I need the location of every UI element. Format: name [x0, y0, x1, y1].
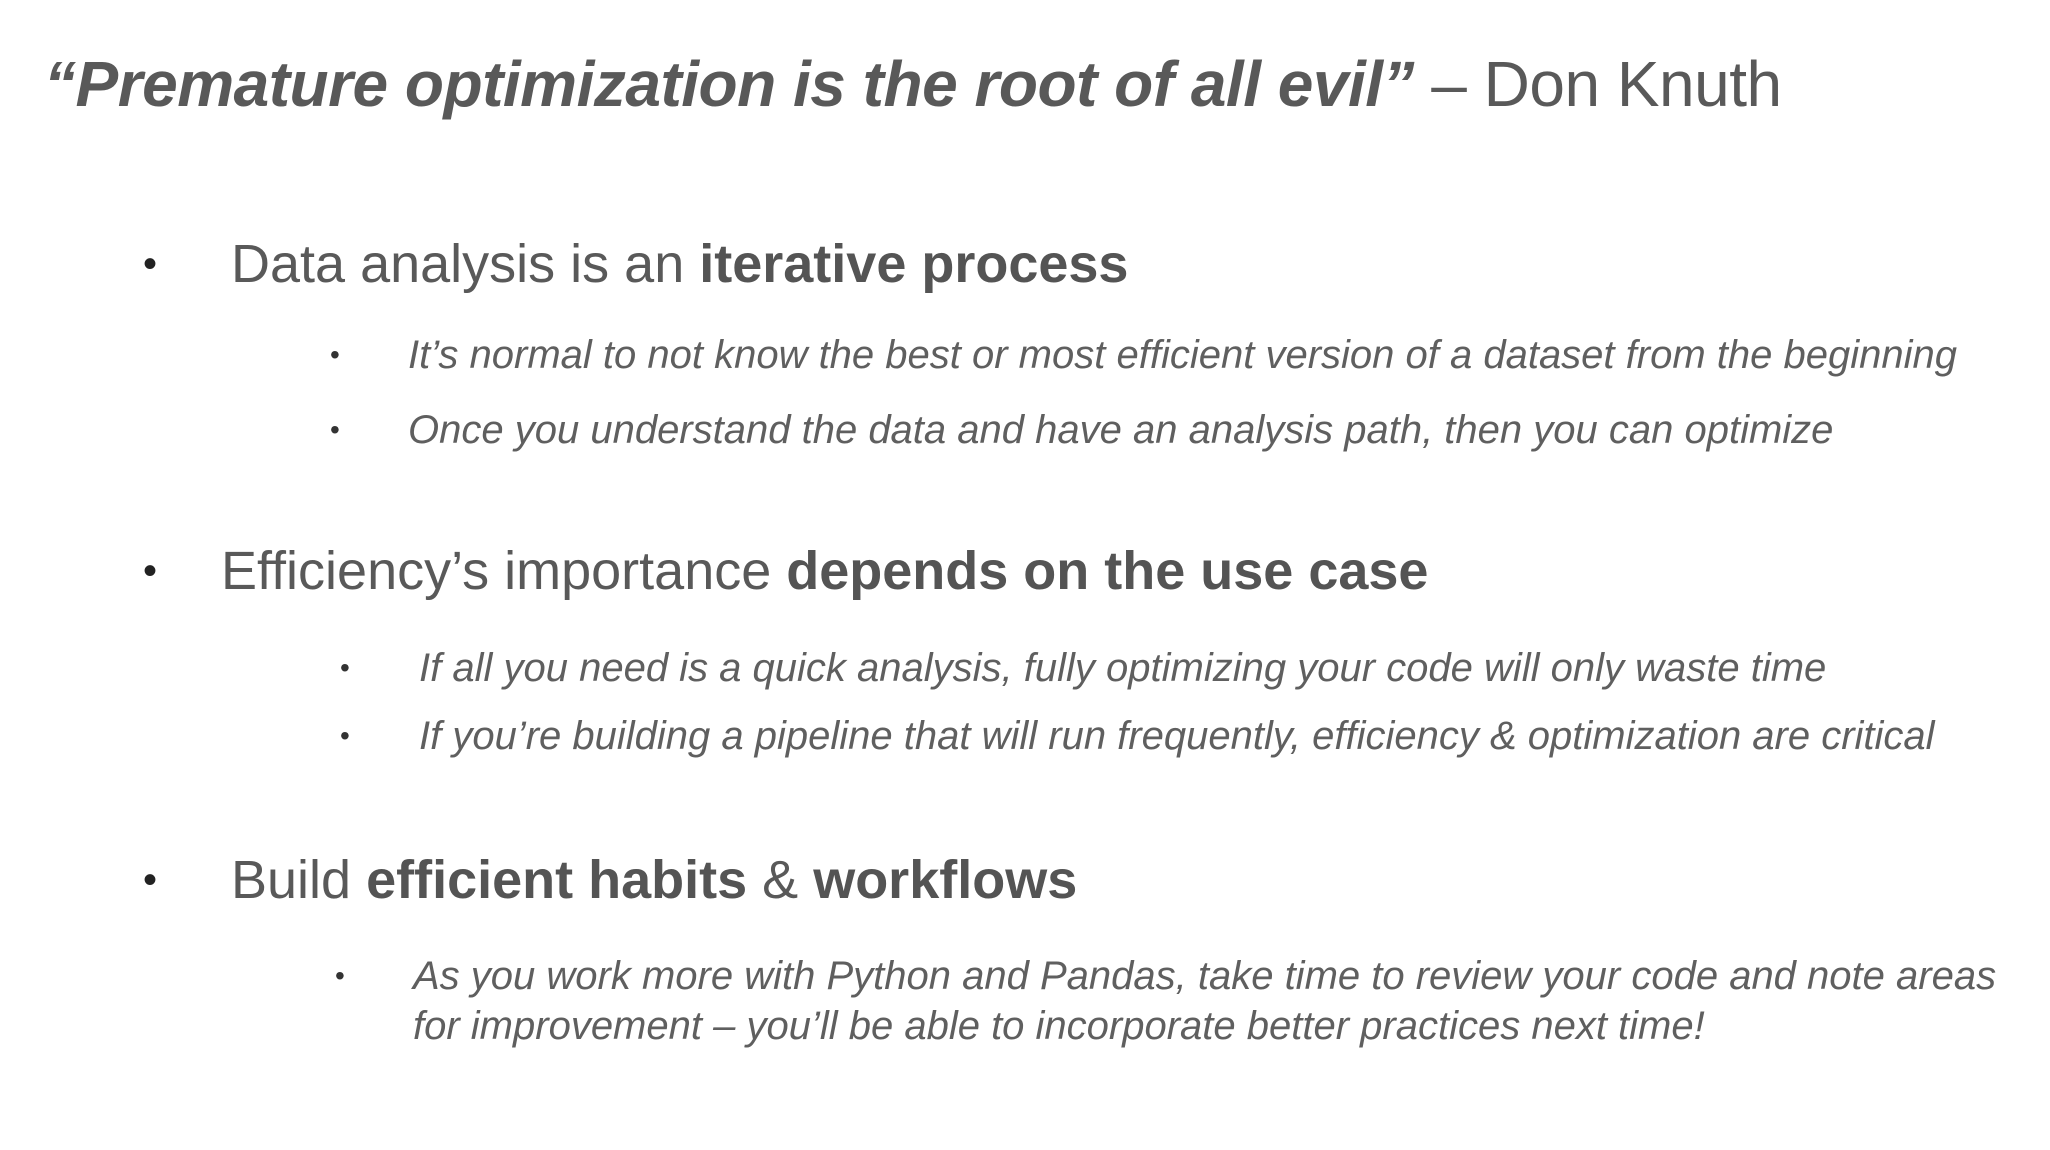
title-attribution: – Don Knuth — [1414, 48, 1782, 120]
title-quote: “Premature optimization is the root of a… — [44, 48, 1415, 120]
sub-bullet-dot: • — [335, 960, 345, 991]
bullet-dot: • — [143, 242, 158, 286]
sub-bullet-text: If all you need is a quick analysis, ful… — [419, 646, 1827, 690]
bullet-dot: • — [143, 549, 158, 593]
slide-title: “Premature optimization is the root of a… — [44, 44, 1782, 124]
sub-bullet-text: If you’re building a pipeline that will … — [419, 714, 1935, 758]
sub-bullet-text: It’s normal to not know the best or most… — [408, 333, 1957, 377]
bullet-text-emphasis: efficient habits — [366, 850, 748, 910]
bullet-text-emphasis: iterative process — [699, 234, 1129, 294]
sub-bullet-text-line: As you work more with Python and Pandas,… — [413, 954, 1997, 998]
bullet-text-part: Efficiency’s importance — [221, 541, 787, 601]
sub-bullet-text: Once you understand the data and have an… — [408, 408, 1834, 452]
bullet-text: Data analysis is an iterative process — [231, 232, 1128, 296]
sub-bullet-dot: • — [330, 414, 340, 445]
bullet-text-emphasis: depends on the use case — [786, 541, 1429, 601]
bullet-text-part: Build — [231, 850, 367, 910]
bullet-text-emphasis: workflows — [813, 850, 1078, 910]
sub-bullet-dot: • — [340, 720, 350, 751]
bullet-text-part: & — [747, 850, 814, 910]
bullet-dot: • — [143, 858, 158, 902]
sub-bullet-text: As you work more with Python and Pandas,… — [413, 951, 1996, 1051]
bullet-text: Build efficient habits & workflows — [231, 848, 1077, 912]
sub-bullet-dot: • — [330, 339, 340, 370]
sub-bullet-text-line: for improvement – you’ll be able to inco… — [413, 1004, 1705, 1048]
bullet-text-part: Data analysis is an — [231, 234, 700, 294]
bullet-text: Efficiency’s importance depends on the u… — [221, 539, 1428, 603]
sub-bullet-dot: • — [340, 652, 350, 683]
slide: “Premature optimization is the root of a… — [0, 0, 2050, 1150]
